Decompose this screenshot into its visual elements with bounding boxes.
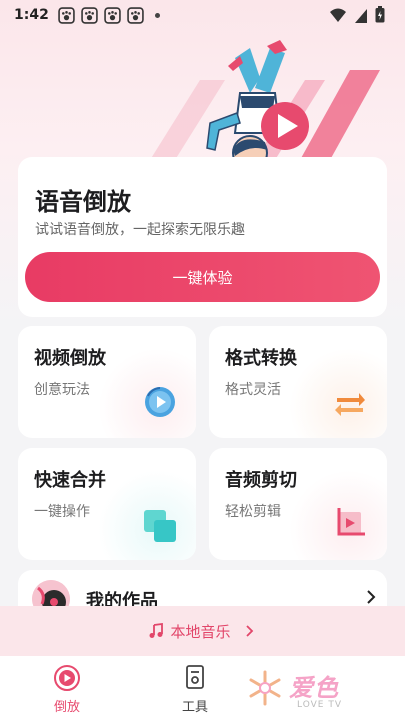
nav-reverse[interactable]: 倒放 bbox=[17, 656, 117, 720]
tile-subtitle: 一键操作 bbox=[34, 504, 90, 520]
voice-reverse-card: 语音倒放 试试语音倒放，一起探索无限乐趣 一键体验 bbox=[18, 157, 387, 317]
play-circle-icon bbox=[54, 665, 80, 691]
signal-icon bbox=[355, 8, 367, 23]
paw-notification-icon bbox=[127, 6, 144, 24]
tile-title: 快速合并 bbox=[34, 470, 106, 491]
chevron-right-icon bbox=[367, 590, 376, 604]
tile-format-convert[interactable]: 格式转换 格式灵活 bbox=[209, 326, 387, 438]
toolbox-icon bbox=[186, 665, 204, 689]
watermark-text: 爱色 bbox=[289, 674, 339, 702]
snowflake-icon bbox=[249, 670, 281, 706]
local-music-label: 本地音乐 bbox=[170, 622, 231, 641]
paw-notification-icon bbox=[81, 6, 98, 24]
tile-subtitle: 格式灵活 bbox=[225, 382, 281, 398]
merge-squares-icon bbox=[144, 510, 176, 542]
status-bar: 1:42 bbox=[0, 0, 405, 30]
music-note-icon bbox=[149, 623, 164, 638]
card-title: 语音倒放 bbox=[35, 188, 131, 216]
paw-notification-icon bbox=[58, 6, 75, 24]
tile-title: 视频倒放 bbox=[34, 348, 106, 369]
battery-icon bbox=[375, 6, 385, 23]
tile-title: 格式转换 bbox=[225, 348, 297, 369]
nav-label: 工具 bbox=[181, 700, 208, 715]
nav-tools[interactable]: 工具 bbox=[145, 656, 245, 720]
tile-audio-cut[interactable]: 音频剪切 轻松剪辑 bbox=[209, 448, 387, 560]
tile-video-reverse[interactable]: 视频倒放 创意玩法 bbox=[18, 326, 196, 438]
tile-subtitle: 创意玩法 bbox=[34, 382, 90, 398]
nav-label: 倒放 bbox=[53, 700, 80, 715]
swap-arrows-icon bbox=[335, 393, 365, 416]
status-time: 1:42 bbox=[14, 7, 49, 23]
tile-quick-merge[interactable]: 快速合并 一键操作 bbox=[18, 448, 196, 560]
status-indicators bbox=[329, 6, 385, 23]
tile-subtitle: 轻松剪辑 bbox=[225, 504, 281, 520]
paw-notification-icon bbox=[104, 6, 121, 24]
watermark-logo: 爱色 LOVE TV bbox=[245, 666, 365, 716]
local-music-bar[interactable]: 本地音乐 bbox=[0, 606, 405, 656]
chevron-right-icon bbox=[245, 625, 253, 637]
notification-dot bbox=[154, 12, 160, 18]
tile-title: 音频剪切 bbox=[225, 470, 297, 491]
wifi-icon bbox=[330, 8, 346, 22]
card-subtitle: 试试语音倒放，一起探索无限乐趣 bbox=[35, 222, 245, 238]
watermark-subtext: LOVE TV bbox=[297, 700, 342, 710]
try-now-button[interactable]: 一键体验 bbox=[25, 252, 380, 302]
rewind-icon bbox=[145, 387, 175, 417]
crop-play-icon bbox=[337, 508, 365, 536]
